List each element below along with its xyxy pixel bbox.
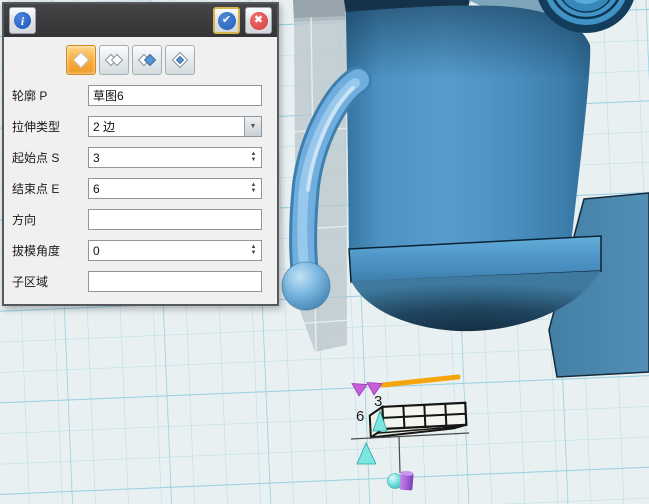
diamond-blue-dot-icon — [169, 51, 191, 69]
check-icon: ✔ — [218, 12, 236, 30]
start-point-input[interactable] — [88, 147, 262, 168]
origin-cylinder-handle[interactable] — [399, 470, 413, 490]
direction-label: 方向 — [12, 211, 88, 228]
handle-ball-end[interactable] — [282, 262, 330, 310]
end-point-field: ▲ ▼ — [88, 178, 262, 199]
extrude-base-button[interactable] — [66, 45, 96, 75]
chevron-down-icon: ▼ — [250, 123, 257, 130]
extrude-intersect-button[interactable] — [165, 45, 195, 75]
start-point-spinner[interactable]: ▲ ▼ — [246, 148, 261, 167]
extrude-remove-button[interactable] — [132, 45, 162, 75]
field-row-subregion: 子区域 — [12, 271, 277, 292]
field-row-profile: 轮廓 P — [12, 85, 277, 106]
profile-label: 轮廓 P — [12, 87, 88, 104]
extrude-dialog: i ✔ ✖ — [2, 2, 279, 306]
spinner-down-icon[interactable]: ▼ — [251, 158, 257, 163]
dim-label-start: 3 — [374, 393, 382, 410]
spinner-down-icon[interactable]: ▼ — [251, 189, 257, 194]
dialog-titlebar[interactable]: i ✔ ✖ — [4, 4, 277, 37]
field-row-start-point: 起始点 S ▲ ▼ — [12, 147, 277, 168]
profile-input[interactable] — [88, 85, 262, 106]
draft-angle-spinner[interactable]: ▲ ▼ — [246, 241, 261, 260]
subregion-field — [88, 271, 262, 292]
diamond-double-icon — [103, 51, 125, 69]
field-row-end-point: 结束点 E ▲ ▼ — [12, 178, 277, 199]
dropdown-button[interactable]: ▼ — [244, 117, 261, 136]
application-window: 3 6 i ✔ ✖ — [0, 0, 649, 504]
info-button[interactable]: i — [9, 7, 36, 34]
spinner-down-icon[interactable]: ▼ — [251, 251, 257, 256]
direction-input[interactable] — [88, 209, 262, 230]
end-point-label: 结束点 E — [12, 180, 88, 197]
diamond-single-icon — [70, 51, 92, 69]
info-icon: i — [14, 12, 31, 29]
subregion-input[interactable] — [88, 271, 262, 292]
field-row-extrude-type: 拉伸类型 ▼ — [12, 116, 277, 137]
subregion-label: 子区域 — [12, 273, 88, 290]
cancel-button[interactable]: ✖ — [245, 7, 272, 34]
extrude-mode-toolbar — [66, 45, 277, 75]
diamond-blue-right-icon — [136, 51, 158, 69]
draft-angle-label: 拔模角度 — [12, 242, 88, 259]
profile-field — [88, 85, 262, 106]
ok-button[interactable]: ✔ — [213, 7, 240, 34]
dim-label-end: 6 — [356, 408, 364, 425]
start-point-label: 起始点 S — [12, 149, 88, 166]
draft-angle-input[interactable] — [88, 240, 262, 261]
field-row-draft-angle: 拔模角度 ▲ ▼ — [12, 240, 277, 261]
end-point-spinner[interactable]: ▲ ▼ — [246, 179, 261, 198]
extrude-type-select[interactable]: ▼ — [88, 116, 262, 137]
draft-angle-field: ▲ ▼ — [88, 240, 262, 261]
close-icon: ✖ — [250, 12, 268, 30]
extrude-add-button[interactable] — [99, 45, 129, 75]
field-row-direction: 方向 — [12, 209, 277, 230]
extrude-type-input[interactable] — [88, 116, 262, 137]
direction-field — [88, 209, 262, 230]
end-point-input[interactable] — [88, 178, 262, 199]
extrude-type-label: 拉伸类型 — [12, 118, 88, 135]
start-point-field: ▲ ▼ — [88, 147, 262, 168]
